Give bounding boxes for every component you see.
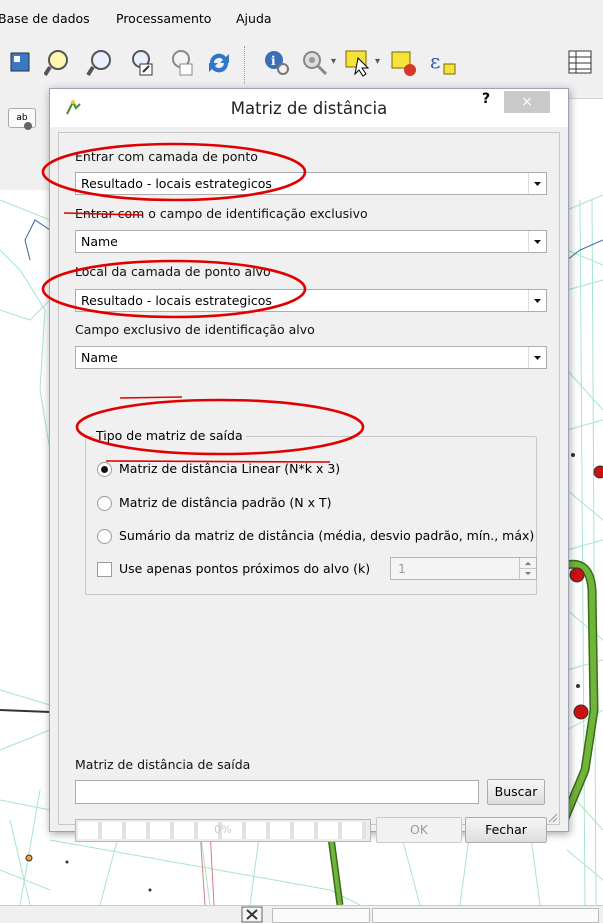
radio-button-checked[interactable]: [97, 462, 112, 477]
chevron-down-icon[interactable]: [528, 231, 546, 252]
radio-linear-label: Matriz de distância Linear (N*k x 3): [119, 461, 341, 476]
spin-arrows-icon[interactable]: [519, 558, 536, 579]
input-layer-label: Entrar com camada de ponto: [75, 149, 258, 164]
nearest-points-label: Use apenas pontos próximos do alvo (k): [119, 561, 371, 576]
chevron-down-icon[interactable]: ▾: [331, 56, 336, 67]
coordinate-field[interactable]: [372, 908, 599, 923]
nearest-points-checkbox[interactable]: [97, 562, 112, 577]
dialog-titlebar[interactable]: Matriz de distância ? ×: [50, 89, 568, 127]
status-bar: [0, 905, 603, 923]
chevron-down-icon[interactable]: ▾: [375, 56, 380, 67]
chevron-down-icon[interactable]: [528, 347, 546, 368]
help-button[interactable]: ?: [475, 91, 497, 113]
distance-matrix-dialog: Matriz de distância ? × Entrar com camad…: [49, 88, 569, 843]
progress-bar: 0%: [75, 819, 371, 842]
pin-icon: [24, 122, 32, 130]
zoom-in-icon[interactable]: [44, 48, 74, 78]
toolbar-separator: [244, 46, 246, 84]
pan-to-selection-icon[interactable]: [6, 48, 36, 78]
progress-text: 0%: [214, 823, 232, 836]
id-field-label: Entrar com o campo de identificação excl…: [75, 206, 368, 221]
close-dialog-button[interactable]: Fechar: [465, 817, 547, 843]
radio-summary-label: Sumário da matriz de distância (média, d…: [119, 528, 535, 543]
run-feature-action-icon[interactable]: [300, 48, 330, 78]
target-layer-value: Resultado - locais estrategicos: [81, 293, 272, 308]
nearest-k-spinbox[interactable]: 1: [390, 557, 537, 580]
chevron-down-icon[interactable]: [528, 173, 546, 194]
radio-standard-label: Matriz de distância padrão (N x T): [119, 495, 332, 510]
expression-select-icon[interactable]: ε: [428, 48, 458, 78]
select-features-icon[interactable]: [344, 48, 374, 78]
label-toolbar: ab: [0, 98, 50, 191]
attribute-table-icon[interactable]: [566, 48, 596, 78]
menu-database[interactable]: Base de dados: [0, 11, 90, 26]
target-layer-label: Local da camada de ponto alvo: [75, 264, 271, 279]
menu-processing[interactable]: Processamento: [116, 11, 211, 26]
target-field-value: Name: [81, 350, 118, 365]
dialog-content: Entrar com camada de ponto Resultado - l…: [58, 132, 560, 843]
menu-help[interactable]: Ajuda: [236, 11, 272, 26]
svg-text:ε: ε: [430, 49, 440, 73]
svg-text:i: i: [271, 54, 276, 68]
zoom-to-selection-icon[interactable]: [166, 48, 196, 78]
ok-button[interactable]: OK: [376, 817, 462, 843]
radio-button[interactable]: [97, 529, 112, 544]
resize-grip-icon[interactable]: [546, 811, 558, 823]
deselect-icon[interactable]: [388, 48, 418, 78]
input-layer-combo[interactable]: Resultado - locais estrategicos: [75, 172, 547, 195]
status-field[interactable]: [272, 908, 370, 923]
chevron-down-icon[interactable]: [528, 290, 546, 311]
id-field-value: Name: [81, 234, 118, 249]
input-layer-value: Resultado - locais estrategicos: [81, 176, 272, 191]
close-button[interactable]: ×: [504, 91, 550, 113]
target-field-label: Campo exclusivo de identificação alvo: [75, 322, 315, 337]
refresh-icon[interactable]: [204, 48, 234, 78]
zoom-out-icon[interactable]: [86, 48, 116, 78]
output-matrix-label: Matriz de distância de saída: [75, 757, 251, 772]
target-field-combo[interactable]: Name: [75, 346, 547, 369]
output-path-input[interactable]: [75, 780, 479, 804]
zoom-to-layer-icon[interactable]: [126, 48, 156, 78]
target-layer-combo[interactable]: Resultado - locais estrategicos: [75, 289, 547, 312]
menu-bar: Base de dados Processamento Ajuda: [0, 0, 603, 36]
render-icon[interactable]: [241, 906, 263, 923]
browse-button[interactable]: Buscar: [487, 779, 545, 805]
identify-icon[interactable]: i: [262, 48, 292, 78]
id-field-combo[interactable]: Name: [75, 230, 547, 253]
matrix-type-group-title: Tipo de matriz de saída: [93, 428, 246, 443]
radio-button[interactable]: [97, 496, 112, 511]
nearest-k-value: 1: [398, 561, 406, 576]
